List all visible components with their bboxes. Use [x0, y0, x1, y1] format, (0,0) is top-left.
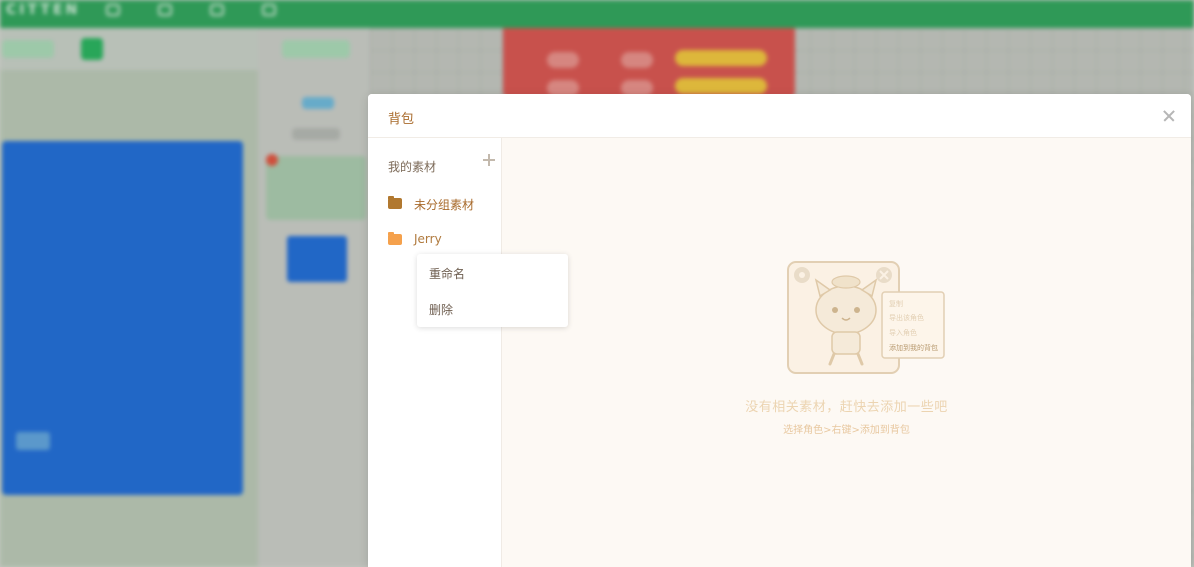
empty-state-hint: 选择角色>右键>添加到背包 [783, 425, 910, 436]
illustration-menu-item: 导出该角色 [889, 313, 924, 322]
material-content: 复制 导出该角色 导入角色 添加到我的背包 没有相关素材，赶快去添加一些吧 选择… [502, 138, 1191, 567]
delete-menu-item[interactable]: 删除 [429, 301, 453, 318]
add-group-icon[interactable] [482, 153, 496, 167]
rename-menu-item[interactable]: 重命名 [429, 265, 465, 282]
folder-icon [388, 232, 402, 245]
group-context-menu: 重命名 删除 [417, 254, 568, 327]
group-item-ungrouped[interactable]: 未分组素材 [388, 194, 498, 216]
folder-icon [388, 196, 402, 209]
close-icon[interactable] [1159, 106, 1179, 126]
backpack-modal: 背包 我的素材 未分组素材 Jerry 复制 导出该角色 导入角色 添加到我的背… [368, 94, 1191, 567]
group-label: Jerry [414, 232, 442, 246]
illustration-menu-item: 添加到我的背包 [889, 343, 938, 352]
my-materials-label: 我的素材 [388, 160, 437, 174]
illustration-menu-item: 复制 [889, 299, 903, 308]
group-label: 未分组素材 [414, 198, 475, 212]
empty-state-illustration: 复制 导出该角色 导入角色 添加到我的背包 [787, 261, 945, 374]
material-sidebar: 我的素材 未分组素材 Jerry [368, 138, 502, 567]
group-item-jerry[interactable]: Jerry [388, 230, 498, 252]
modal-header: 背包 [368, 94, 1191, 138]
empty-state-title: 没有相关素材，赶快去添加一些吧 [745, 400, 948, 415]
illustration-menu-item: 导入角色 [889, 328, 917, 337]
modal-title: 背包 [388, 112, 415, 127]
